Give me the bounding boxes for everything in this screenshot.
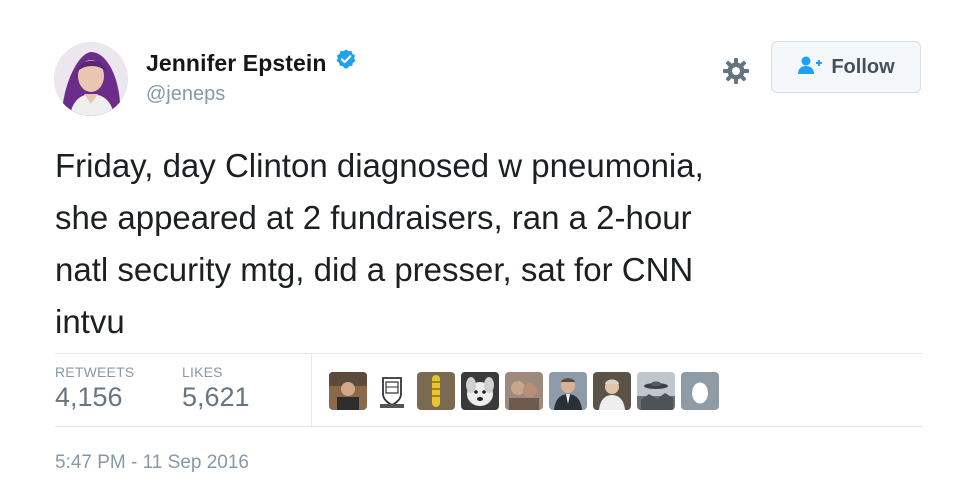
- tweet-text-line: intvu: [55, 303, 125, 340]
- stats-vertical-divider: [311, 355, 312, 426]
- verified-badge-icon: [335, 48, 357, 75]
- stats-bottom-divider: [55, 426, 923, 427]
- tweet-timestamp[interactable]: 5:47 PM - 11 Sep 2016: [55, 452, 249, 474]
- stats-top-divider: [55, 353, 923, 354]
- likes-count: 5,621: [182, 382, 250, 412]
- tweet-text-line: natl security mtg, did a presser, sat fo…: [55, 251, 694, 288]
- follow-button[interactable]: Follow: [771, 41, 921, 93]
- author-handle[interactable]: @jeneps: [146, 83, 357, 106]
- add-user-icon: [797, 55, 823, 80]
- liker-avatar[interactable]: [329, 372, 367, 410]
- tweet-text-line: Friday, day Clinton diagnosed w pneumoni…: [55, 147, 704, 184]
- author-info: Jennifer Epstein @jeneps: [146, 48, 357, 106]
- follow-button-label: Follow: [831, 55, 895, 78]
- author-display-name[interactable]: Jennifer Epstein: [146, 50, 327, 77]
- liker-avatar[interactable]: [417, 372, 455, 410]
- liker-avatar[interactable]: [505, 372, 543, 410]
- liker-avatar[interactable]: [637, 372, 675, 410]
- liker-avatars: [329, 372, 719, 410]
- retweets-label: RETWEETS: [55, 364, 135, 380]
- default-egg-icon[interactable]: [681, 372, 719, 410]
- liker-avatar[interactable]: [461, 372, 499, 410]
- gear-icon[interactable]: [722, 57, 750, 85]
- retweets-stat[interactable]: RETWEETS 4,156: [55, 364, 134, 413]
- likes-label: LIKES: [182, 364, 223, 380]
- tweet-text-line: she appeared at 2 fundraisers, ran a 2-h…: [55, 199, 692, 236]
- tweet-card: Jennifer Epstein @jeneps Follow Friday, …: [0, 0, 980, 489]
- likes-stat[interactable]: LIKES 5,621: [182, 364, 250, 413]
- tweet-text: Friday, day Clinton diagnosed w pneumoni…: [55, 140, 895, 348]
- author-avatar[interactable]: [54, 42, 128, 116]
- retweets-count: 4,156: [55, 382, 123, 412]
- liker-avatar[interactable]: [593, 372, 631, 410]
- liker-avatar[interactable]: [549, 372, 587, 410]
- liker-avatar[interactable]: [373, 372, 411, 410]
